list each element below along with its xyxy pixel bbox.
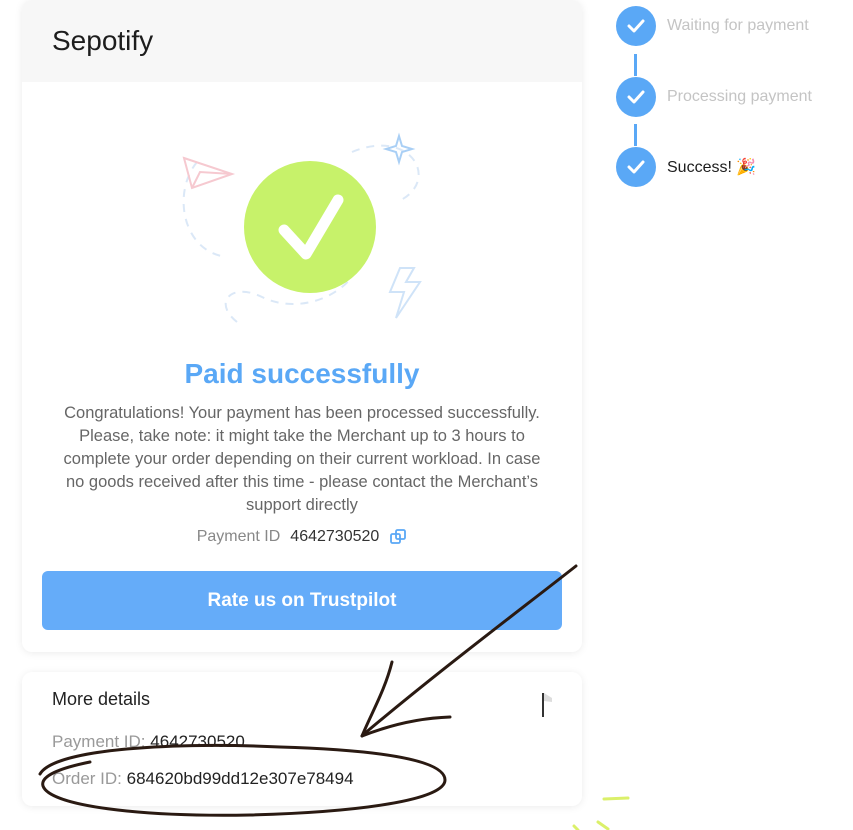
payment-card: Sepotify Paid successfully Congratulatio… [22, 0, 582, 652]
merchant-name: Sepotify [52, 25, 154, 56]
payment-id-row: Payment ID 4642730520 [22, 528, 582, 546]
step-label: Success! 🎉 [667, 159, 757, 176]
paper-plane-icon [182, 156, 236, 190]
detail-payment-id-row: Payment ID: 4642730520 [52, 732, 245, 752]
detail-payment-id-value: 4642730520 [150, 732, 245, 751]
detail-order-id-label: Order ID: [52, 769, 122, 788]
detail-order-id-value: 684620bd99dd12e307e78494 [126, 769, 354, 788]
step-check-icon [616, 147, 656, 187]
more-details-card: More details Payment ID: 4642730520 Orde… [22, 672, 582, 806]
status-title: Paid successfully [184, 358, 420, 389]
step-check-icon [616, 6, 656, 46]
step-waiting: Waiting for payment [616, 6, 809, 46]
check-circle-icon [244, 161, 376, 293]
detail-order-id-row: Order ID: 684620bd99dd12e307e78494 [52, 769, 354, 789]
payment-id-label: Payment ID [196, 528, 281, 545]
step-label: Processing payment [667, 88, 812, 105]
detail-payment-id-label: Payment ID: [52, 732, 146, 751]
step-label: Waiting for payment [667, 17, 809, 34]
payment-id-value: 4642730520 [290, 528, 380, 545]
step-processing: Processing payment [616, 77, 812, 117]
step-success: Success! 🎉 [616, 147, 756, 187]
copy-icon[interactable] [389, 528, 407, 546]
details-toggle-icon[interactable] [541, 692, 555, 718]
status-message: Congratulations! Your payment has been p… [63, 404, 541, 514]
details-title: More details [52, 689, 151, 709]
rate-trustpilot-button[interactable]: Rate us on Trustpilot [42, 571, 562, 630]
card-header: Sepotify [22, 0, 582, 82]
step-connector [634, 124, 637, 146]
success-illustration [182, 132, 422, 323]
step-check-icon [616, 77, 656, 117]
lightning-icon [388, 267, 422, 319]
step-connector [634, 54, 637, 76]
